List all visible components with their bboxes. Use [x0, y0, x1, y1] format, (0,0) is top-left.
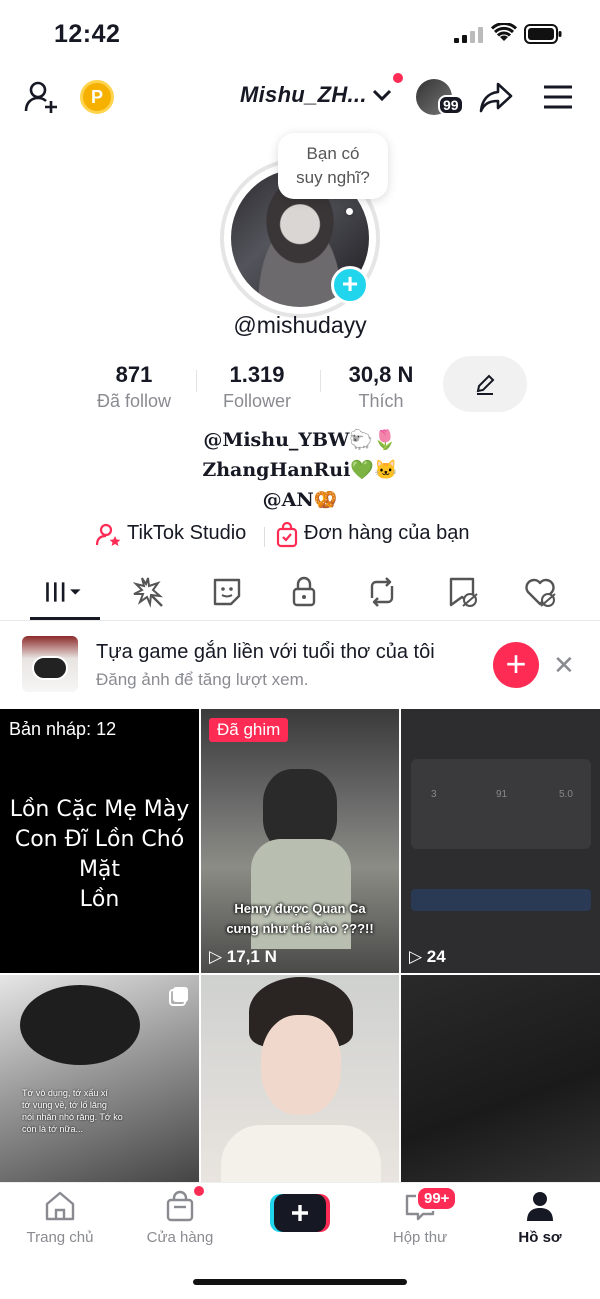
thumbnail-shirt [221, 1125, 381, 1182]
wifi-icon [491, 23, 517, 41]
nav-shop[interactable]: Cửa hàng [130, 1190, 230, 1246]
promo-thumbnail [22, 636, 78, 692]
bio-line-3: @AN🥨 [262, 489, 338, 511]
nav-home[interactable]: Trang chủ [10, 1190, 110, 1246]
followers-stat[interactable]: 1.319 Follower [197, 362, 317, 412]
private-lock-tab-icon[interactable] [284, 572, 324, 612]
thought-bubble-line-2: suy nghĩ? [296, 168, 370, 187]
add-story-button[interactable]: + [331, 266, 369, 304]
sticker-tab-icon[interactable] [207, 572, 247, 612]
videos-tab-grid-icon[interactable] [44, 572, 84, 612]
promo-add-button[interactable]: + [493, 642, 539, 688]
screenshot-button [411, 889, 591, 911]
likes-label: Thích [358, 391, 404, 411]
screenshot-stat: 3 [431, 789, 437, 800]
inbox-badge: 99+ [416, 1186, 458, 1211]
draft-line: Con Đĩ Lồn Chó Mặt [14, 827, 185, 882]
nav-home-label: Trang chủ [26, 1229, 94, 1246]
create-plus-button[interactable] [270, 1194, 330, 1232]
promo-subtitle: Đăng ảnh để tăng lượt xem. [96, 670, 309, 689]
bio-line-2: ZhangHanRui💚🐱 [202, 459, 398, 481]
caption-line: Henry được Quan Ca [234, 901, 366, 916]
draft-line: Lồn Cặc Mẹ Mày [9, 797, 190, 822]
link-divider [264, 527, 265, 547]
thought-bubble-tail [346, 208, 353, 215]
nav-profile-label: Hồ sơ [518, 1229, 562, 1246]
favorites-hidden-tab-icon[interactable] [442, 572, 482, 612]
share-icon[interactable] [478, 80, 514, 114]
thumbnail-hair [20, 985, 140, 1065]
following-count: 871 [115, 362, 153, 387]
nav-inbox-label: Hộp thư [392, 1229, 448, 1246]
coins-icon[interactable]: P [80, 80, 114, 114]
add-friend-icon[interactable] [24, 80, 58, 114]
video-tile-3[interactable]: 3 91 5.0 ▷ 24 [401, 709, 600, 973]
highlights-tab-icon[interactable] [128, 572, 168, 612]
photo-caption: Tớ vô dụng, tớ xấu xí tớ vụng về, tớ lố … [22, 1087, 123, 1135]
home-indicator [193, 1279, 407, 1285]
view-count: ▷ 24 [409, 947, 446, 966]
following-label: Đã follow [96, 391, 172, 411]
caption-line: cưng như thế nào ???!! [226, 921, 374, 936]
your-orders-link[interactable]: Đơn hàng của bạn [304, 522, 469, 545]
caption-line: còn là tớ nữa... [22, 1124, 83, 1134]
screenshot-card [411, 759, 591, 849]
screenshot-stat: 5.0 [559, 789, 573, 800]
caption-line: Tớ vô dụng, tớ xấu xí [22, 1088, 108, 1098]
studio-icon [96, 523, 121, 546]
thumbnail-face [261, 1015, 341, 1115]
home-icon [45, 1191, 75, 1221]
likes-stat[interactable]: 30,8 N Thích [321, 362, 441, 412]
battery-icon [524, 24, 562, 44]
drafts-tile[interactable]: Bản nháp: 12 Lồn Cặc Mẹ Mày Con Đĩ Lồn C… [0, 709, 199, 973]
cellular-signal-icon [454, 27, 483, 43]
view-count-value: 17,1 N [226, 947, 277, 966]
tiktok-studio-link[interactable]: TikTok Studio [127, 522, 246, 545]
caption-line: nói nhăn nhó răng. Tớ ko [22, 1112, 123, 1122]
nav-shop-label: Cửa hàng [146, 1229, 214, 1246]
pinned-video-caption: Henry được Quan Ca cưng như thế nào ???!… [201, 899, 399, 939]
profile-person-icon [527, 1192, 553, 1221]
caption-line: tớ vụng về, tớ lố lăng [22, 1100, 107, 1110]
pinned-badge: Đã ghim [209, 718, 289, 742]
video-tile-5[interactable] [201, 975, 399, 1182]
multi-photo-icon [169, 987, 188, 1006]
edit-profile-button[interactable] [443, 356, 527, 412]
profile-handle: @mishudayy [233, 312, 367, 338]
video-tile-pinned[interactable]: Đã ghim Henry được Quan Ca cưng như thế … [201, 709, 399, 973]
bio-line-1: @Mishu_YBW🐑🌷 [203, 429, 397, 451]
chevron-down-icon[interactable] [372, 88, 392, 102]
video-tile-6[interactable] [401, 975, 600, 1182]
orders-bag-icon [276, 522, 298, 548]
friends-activity-count: 99 [438, 95, 464, 115]
followers-label: Follower [222, 391, 292, 411]
tabs-divider [0, 620, 600, 621]
reposts-tab-icon[interactable] [362, 572, 402, 612]
menu-icon[interactable] [542, 84, 574, 110]
video-tile-4[interactable]: Tớ vô dụng, tớ xấu xí tớ vụng về, tớ lố … [0, 975, 199, 1182]
likes-count: 30,8 N [348, 362, 414, 387]
view-count-value: 24 [426, 947, 446, 966]
draft-line: Lồn [79, 887, 120, 912]
account-notification-dot [393, 73, 403, 83]
promo-close-icon[interactable]: ✕ [553, 650, 575, 680]
shop-notification-dot [194, 1186, 204, 1196]
thought-bubble-line-1: Bạn có [306, 144, 360, 163]
followers-count: 1.319 [229, 362, 285, 387]
liked-hidden-tab-icon[interactable] [520, 572, 560, 612]
pencil-icon [476, 374, 495, 395]
promo-title: Tựa game gắn liền với tuổi thơ của tôi [96, 641, 435, 663]
thought-bubble[interactable]: Bạn có suy nghĩ? [278, 133, 388, 199]
status-time: 12:42 [54, 20, 121, 48]
shop-bag-icon [166, 1190, 194, 1222]
nav-profile[interactable]: Hồ sơ [490, 1190, 590, 1246]
screenshot-stat: 91 [496, 789, 508, 800]
view-count: ▷ 17,1 N [209, 947, 277, 966]
following-stat[interactable]: 871 Đã follow [74, 362, 194, 412]
drafts-count-label: Bản nháp: 12 [9, 719, 117, 739]
draft-preview-text: Lồn Cặc Mẹ Mày Con Đĩ Lồn Chó Mặt Lồn [0, 795, 199, 915]
account-switcher-username[interactable]: Mishu_ZH... [240, 82, 367, 108]
